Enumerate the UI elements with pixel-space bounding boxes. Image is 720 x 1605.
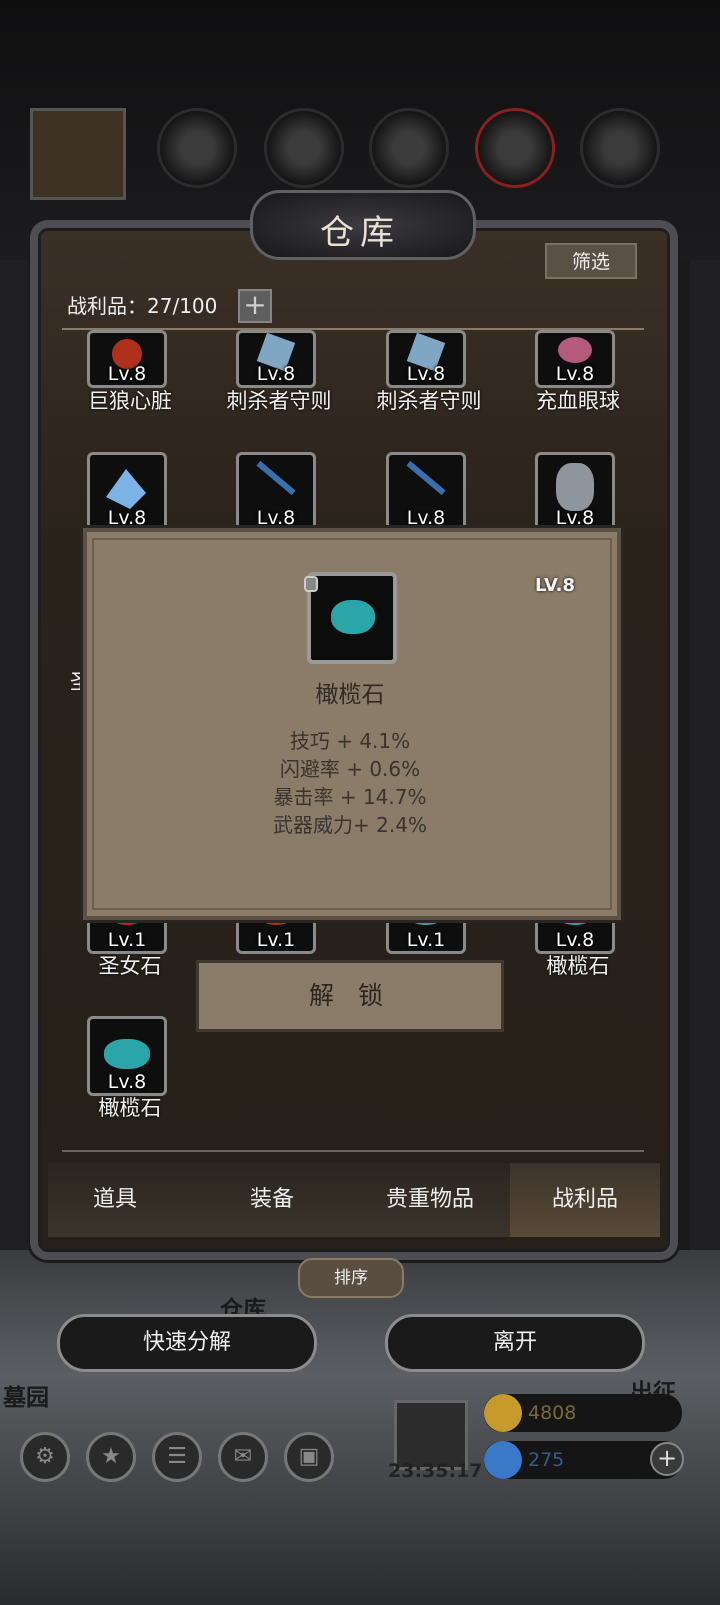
tab-loot[interactable]: 战利品 [510,1163,660,1237]
inventory-item[interactable]: Lv.8 橄榄石 [65,1016,195,1131]
gem-bar: 275 + [484,1441,684,1479]
inventory-item[interactable]: Lv.8 刺杀者守则 [364,300,494,415]
stat-line: 闪避率 + 0.6% [279,757,421,781]
settings-icon[interactable]: ⚙ [20,1432,70,1482]
filter-button[interactable]: 筛选 [545,243,637,279]
stat-line: 暴击率 + 14.7% [273,785,427,809]
quick-decompose-button[interactable]: 快速分解 [57,1314,317,1372]
tab-equipment[interactable]: 装备 [197,1163,347,1237]
inventory-item[interactable]: Lv.8 充血眼球 [513,300,643,415]
sort-button[interactable]: 排序 [298,1258,404,1298]
stat-line: 武器威力+ 2.4% [273,813,427,837]
unlock-button[interactable]: 解 锁 [196,960,504,1032]
tab-valuables[interactable]: 贵重物品 [355,1163,505,1237]
lock-icon [304,576,318,592]
wood-resource-icon [264,108,344,188]
leave-button[interactable]: 离开 [385,1314,645,1372]
inventory-item[interactable]: Lv.8 刺杀者守则 [214,300,344,415]
popup-level: LV.8 [535,575,575,596]
feather-icon [406,460,446,496]
gem-amount: 275 [528,1449,565,1471]
teal-stone-icon [331,600,375,634]
divider [62,1150,644,1152]
gold-coin-icon [484,1394,522,1432]
gem-icon [484,1441,522,1479]
stat-line: 技巧 + 4.1% [289,729,411,753]
popup-item-name: 橄榄石 [315,682,385,708]
mail-icon[interactable]: ✉ [218,1432,268,1482]
mask-icon [556,463,594,511]
graveyard-label[interactable]: 墓园 [3,1378,49,1412]
gold-amount: 4808 [528,1402,577,1424]
iron-resource-icon [580,108,660,188]
teal-stone-icon [104,1039,150,1069]
crystal-icon [106,469,146,509]
star-icon[interactable]: ★ [86,1432,136,1482]
gold-bar: 4808 [484,1394,682,1432]
tab-items[interactable]: 道具 [40,1163,190,1237]
gift-timer: 23:35:17 [388,1460,483,1482]
hero-portrait[interactable] [30,108,126,200]
meat-resource-icon [157,108,237,188]
add-gems-button[interactable]: + [650,1442,684,1476]
crystal-resource-icon [475,108,555,188]
stone-resource-icon [369,108,449,188]
eyeball-icon [558,337,592,363]
chest-icon[interactable]: ▣ [284,1432,334,1482]
popup-item-slot [307,572,397,664]
scroll-icon[interactable]: ☰ [152,1432,202,1482]
inventory-item[interactable]: Lv.8 巨狼心脏 [65,300,195,415]
feather-icon [256,460,296,496]
